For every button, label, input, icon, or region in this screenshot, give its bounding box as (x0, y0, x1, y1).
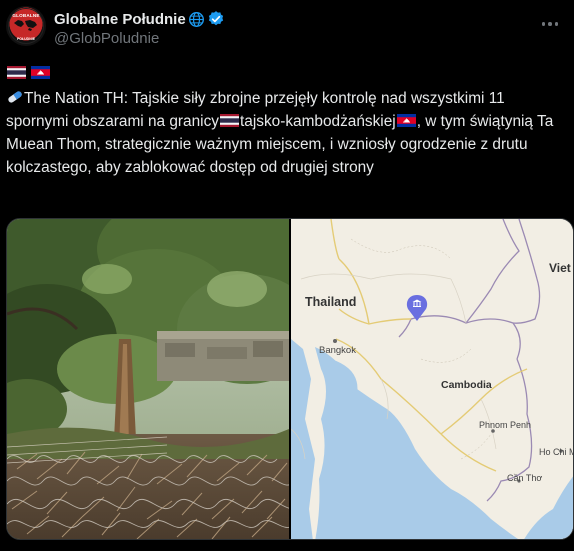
tweet-text-part2: tajsko-kambodżańskiej (240, 113, 396, 130)
media-grid: Thailand Bangkok Cambodia Phnom Penh Ho … (6, 218, 574, 540)
map-label-thailand: Thailand (305, 295, 357, 309)
verified-badge-icon (208, 11, 223, 26)
display-name-text: Globalne Południe (54, 10, 186, 28)
map-label-phnom-penh: Phnom Penh (479, 420, 532, 430)
globe-icon (188, 11, 204, 27)
flags-line (6, 66, 51, 80)
map-label-ho-chi-minh: Ho Chi M (539, 447, 574, 457)
tweet-header: GLOBALNE POŁUDNIE Globalne Południe @Glo… (6, 6, 574, 50)
display-name[interactable]: Globalne Południe (54, 10, 225, 28)
flag-cambodia-icon (396, 114, 416, 127)
border-fence-photo[interactable] (7, 219, 289, 539)
region-map[interactable]: Thailand Bangkok Cambodia Phnom Penh Ho … (291, 219, 574, 539)
handle[interactable]: @GlobPoludnie (54, 30, 159, 47)
map-label-vietnam: Viet (549, 261, 571, 275)
jungle-barbed-wire-image (7, 219, 289, 539)
world-map-icon (14, 20, 37, 31)
flag-thailand-icon (7, 66, 26, 79)
avatar[interactable]: GLOBALNE POŁUDNIE (6, 6, 46, 46)
map-image (291, 219, 573, 539)
more-options-button[interactable] (538, 14, 562, 34)
flag-thailand-icon (220, 114, 239, 127)
avatar-text-bottom: POŁUDNIE (16, 37, 36, 41)
map-label-bangkok: Bangkok (319, 345, 356, 356)
bangkok-dot (333, 339, 337, 343)
flag-cambodia-icon (31, 66, 50, 79)
map-label-can-tho: Cần Thơ (507, 473, 543, 483)
pill-icon (8, 91, 22, 103)
tweet-text: The Nation TH: Tajskie siły zbrojne prze… (6, 87, 568, 179)
map-label-cambodia: Cambodia (441, 379, 492, 391)
